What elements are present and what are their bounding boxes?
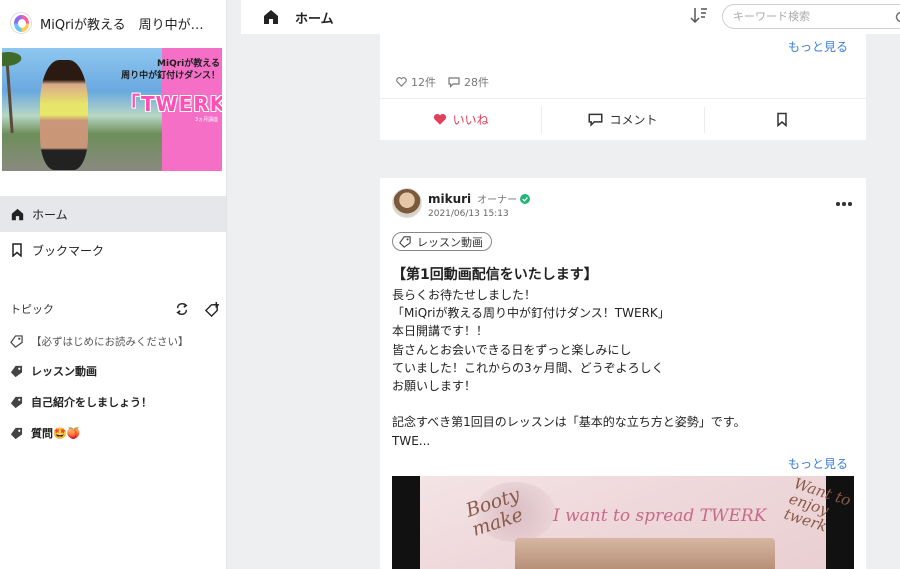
topics-header: トピック (10, 300, 220, 318)
verified-check-icon (520, 193, 531, 204)
like-count-text: 12件 (411, 76, 436, 89)
tag-outline-icon (399, 235, 411, 248)
topic-tag[interactable]: レッスン動画 (392, 232, 492, 251)
comment-button-label: コメント (609, 113, 658, 127)
topic-item-lesson-video[interactable]: レッスン動画 (10, 361, 220, 381)
sidebar-item-bookmark[interactable]: ブックマーク (0, 232, 226, 268)
post-author: mikuri オーナー (428, 191, 531, 206)
tag-filled-icon (10, 396, 23, 409)
dancer-figure (40, 60, 88, 170)
heart-outline-icon (396, 77, 407, 87)
sidebar-item-label: ブックマーク (32, 243, 105, 258)
comment-button[interactable]: コメント (541, 106, 703, 133)
image-photo-area (515, 538, 775, 569)
image-text-center: I want to spread TWERK (553, 506, 767, 526)
post-actions: いいね コメント (380, 98, 866, 140)
comment-icon (588, 113, 603, 127)
comment-count[interactable]: 28件 (448, 74, 489, 90)
post-stats: 12件 28件 (396, 74, 501, 90)
refresh-icon[interactable] (174, 301, 190, 317)
post-body-line: TWE... (392, 433, 431, 448)
top-header: ホーム (241, 0, 900, 34)
palm-tree-decoration (5, 57, 14, 134)
author-name[interactable]: mikuri (428, 192, 471, 206)
post-image-content: Booty make I want to spread TWERK Want t… (420, 476, 853, 569)
post-body-line: 本日開講です！！ (392, 324, 489, 339)
add-topic-icon[interactable] (204, 301, 220, 317)
sidebar-item-home[interactable]: ホーム (0, 196, 226, 232)
image-text-right: Want to enjoy twerk (781, 476, 854, 536)
sidebar: MiQriが教える 周り中が釘付けダンス！TWERK MiQriが教える 周り中… (0, 0, 227, 569)
post-title: 【第1回動画配信をいたします】 (392, 267, 598, 283)
like-button[interactable]: いいね (380, 107, 541, 133)
sidebar-item-label: ホーム (32, 207, 68, 222)
post-body-line (392, 395, 852, 413)
bookmark-icon (10, 243, 24, 257)
post-body-line: 記念すべき第1回目のレッスンは「基本的な立ち方と姿勢」です。 (392, 415, 746, 430)
banner-small-text: 3ヵ月講座 (195, 117, 219, 123)
post-body-line: 「MiQriが教える周り中が釘付けダンス！TWERK」 (392, 306, 670, 321)
topic-label: レッスン動画 (31, 365, 97, 378)
author-role-badge: オーナー (477, 195, 518, 206)
topic-item-self-intro[interactable]: 自己紹介をしましょう！ (10, 392, 220, 412)
post-card-previous: もっと見る 12件 28件 いいね コメント (380, 34, 866, 140)
search-icon[interactable] (895, 10, 900, 29)
search-input[interactable] (733, 10, 893, 23)
bookmark-icon (777, 112, 788, 127)
home-icon[interactable] (263, 9, 279, 25)
avatar[interactable] (392, 188, 422, 218)
post-body-line: ていました！これからの3ヶ月間、どうぞよろしく (392, 360, 664, 375)
topic-label: 自己紹介をしましょう！ (31, 396, 152, 409)
like-count[interactable]: 12件 (396, 74, 436, 90)
see-more-link[interactable]: もっと見る (788, 38, 848, 55)
tag-filled-icon (10, 365, 23, 378)
search-box[interactable] (722, 4, 900, 29)
heart-filled-icon (433, 113, 446, 125)
sort-icon[interactable] (690, 6, 708, 26)
post-body: 長らくお待たせしました！ 「MiQriが教える周り中が釘付けダンス！TWERK」… (392, 286, 852, 450)
community-banner-image: MiQriが教える 周り中が釘付けダンス！ 「TWERK」 3ヵ月講座 (2, 48, 222, 171)
topic-label: 【必ずはじめにお読みください】 (31, 335, 189, 348)
banner-line1: MiQriが教える (157, 59, 220, 69)
comment-outline-icon (448, 76, 460, 88)
post-body-line: お願いします！ (392, 378, 477, 393)
post-body-line: 皆さんとお会いできる日をずっと楽しみにし (392, 342, 632, 357)
community-title: MiQriが教える 周り中が釘付けダンス！TWERK (40, 17, 210, 33)
tag-filled-icon (10, 427, 23, 440)
topic-label: 質問🤩🍑 (31, 427, 81, 440)
home-icon (10, 207, 24, 221)
post-image[interactable]: Booty make I want to spread TWERK Want t… (392, 476, 854, 569)
topic-tag-label: レッスン動画 (417, 235, 483, 249)
bookmark-button[interactable] (703, 106, 866, 133)
community-logo-icon (10, 12, 32, 34)
banner-headline: 「TWERK」 (120, 92, 222, 116)
page-title: ホーム (295, 11, 334, 27)
more-options-icon[interactable] (836, 202, 854, 206)
see-more-link[interactable]: もっと見る (788, 455, 848, 472)
banner-line2: 周り中が釘付けダンス！ (121, 71, 220, 81)
post-body-line: 長らくお待たせしました！ (392, 288, 537, 302)
banner-subtitle: MiQriが教える 周り中が釘付けダンス！ (92, 58, 220, 82)
topics-label: トピック (10, 303, 54, 316)
tag-outline-icon (10, 334, 23, 348)
topic-item-read-first[interactable]: 【必ずはじめにお読みください】 (10, 331, 220, 351)
post-card: mikuri オーナー 2021/06/13 15:13 レッスン動画 【第1回… (380, 178, 866, 569)
post-timestamp: 2021/06/13 15:13 (428, 209, 509, 219)
like-button-label: いいね (452, 113, 489, 127)
comment-count-text: 28件 (464, 76, 489, 89)
community-header[interactable]: MiQriが教える 周り中が釘付けダンス！TWERK (0, 0, 226, 46)
topic-item-questions[interactable]: 質問🤩🍑 (10, 423, 220, 443)
